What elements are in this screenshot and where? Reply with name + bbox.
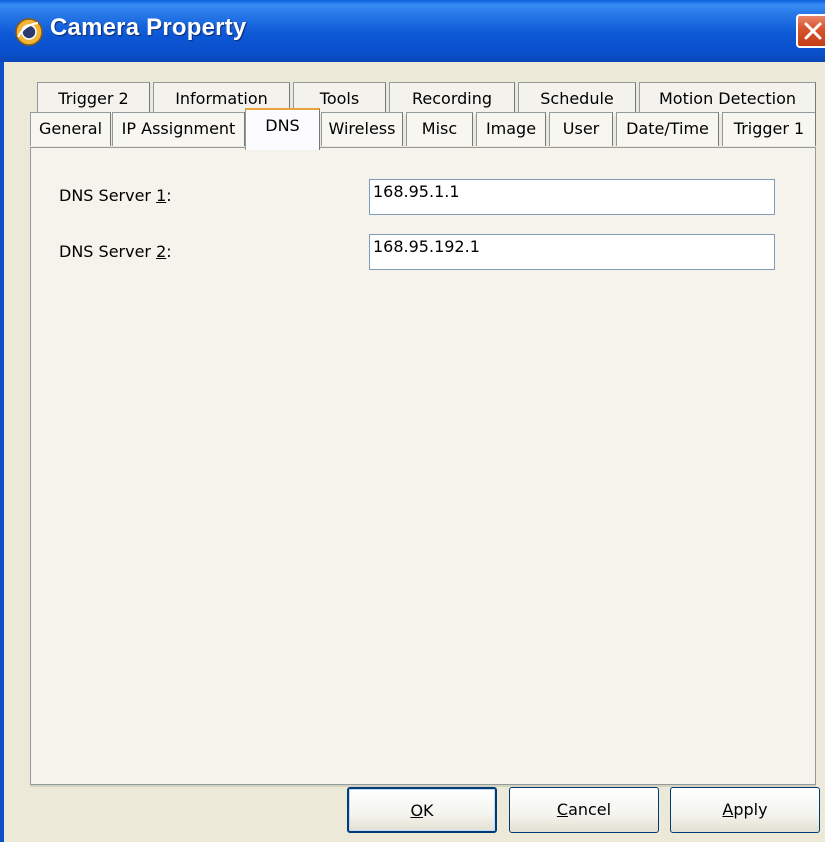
tab-label: Date/Time (626, 119, 709, 138)
tab-label: Schedule (540, 89, 614, 108)
close-icon (804, 22, 822, 40)
tab-label: Image (485, 119, 537, 138)
dns-server-2-label: DNS Server 2: (59, 242, 172, 261)
tab-image[interactable]: Image (476, 112, 546, 146)
dns-server-1-label: DNS Server 1: (59, 186, 172, 205)
window-border (0, 62, 4, 842)
label-colon: : (166, 186, 172, 205)
tab-label: Motion Detection (658, 89, 797, 108)
tab-recording[interactable]: Recording (389, 82, 515, 116)
tab-general[interactable]: General (30, 112, 111, 146)
tab-label: Wireless (328, 119, 396, 138)
accesskey: O (410, 801, 424, 820)
label-text: DNS Server (59, 242, 157, 261)
tab-label: Recording (411, 89, 493, 108)
tab-label: General (38, 119, 103, 138)
window-title: Camera Property (50, 14, 247, 41)
input-value: 168.95.1.1 (373, 182, 460, 201)
accesskey: C (556, 800, 569, 819)
tab-label: IP Assignment (121, 119, 236, 138)
tab-motion-detection[interactable]: Motion Detection (639, 82, 816, 116)
button-label: ancel (568, 800, 612, 819)
tab-trigger-1[interactable]: Trigger 1 (722, 112, 816, 146)
tab-user[interactable]: User (549, 112, 613, 146)
label-accesskey: 2 (156, 242, 167, 261)
tab-label: Information (175, 89, 268, 108)
cancel-button[interactable]: Cancel (509, 787, 659, 833)
dns-tab-panel: DNS Server 1: 168.95.1.1 DNS Server 2: 1… (30, 147, 816, 785)
close-button[interactable] (796, 14, 825, 48)
tab-date-time[interactable]: Date/Time (616, 112, 719, 146)
label-text: DNS Server (59, 186, 157, 205)
ok-button[interactable]: OK (347, 787, 497, 833)
input-value: 168.95.192.1 (373, 237, 480, 256)
tab-misc[interactable]: Misc (406, 112, 473, 146)
tab-label: Trigger 2 (58, 89, 129, 108)
tab-label: Trigger 1 (733, 119, 805, 138)
dns-server-2-input[interactable]: 168.95.192.1 (369, 234, 775, 270)
button-label: pply (733, 800, 768, 819)
label-colon: : (166, 242, 172, 261)
tab-dns[interactable]: DNS (245, 108, 320, 150)
camera-property-icon (14, 17, 44, 47)
dns-server-1-input[interactable]: 168.95.1.1 (369, 179, 775, 215)
accesskey: A (722, 800, 734, 819)
tab-label: User (562, 119, 600, 138)
tab-ip-assignment[interactable]: IP Assignment (112, 112, 245, 146)
apply-button[interactable]: Apply (670, 787, 820, 833)
tab-label: DNS (265, 116, 300, 135)
tab-label: Tools (319, 89, 360, 108)
button-label: K (423, 801, 434, 820)
tab-wireless[interactable]: Wireless (321, 112, 403, 146)
tab-label: Misc (421, 119, 458, 138)
tab-schedule[interactable]: Schedule (518, 82, 636, 116)
label-accesskey: 1 (156, 186, 167, 205)
title-bar[interactable]: Camera Property (0, 0, 825, 63)
tab-trigger-2[interactable]: Trigger 2 (37, 82, 150, 116)
